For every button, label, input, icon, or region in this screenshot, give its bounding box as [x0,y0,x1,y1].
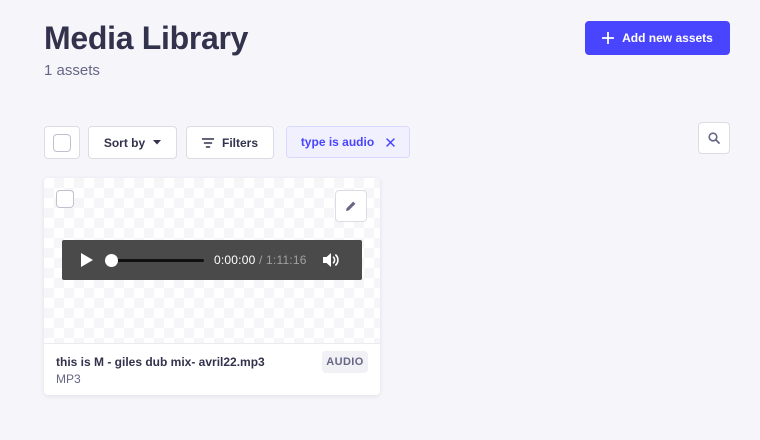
sort-by-button[interactable]: Sort by [88,126,177,159]
page-title: Media Library [44,20,249,56]
add-new-assets-label: Add new assets [622,31,713,45]
filters-label: Filters [221,135,258,150]
edit-asset-button[interactable] [335,190,367,222]
plus-icon [602,32,615,44]
play-icon[interactable] [80,252,94,268]
filter-icon [201,137,214,148]
progress-thumb[interactable] [105,253,118,267]
volume-icon[interactable] [322,252,340,268]
active-filter-label: type is audio [300,135,375,149]
close-icon[interactable] [386,137,395,147]
card-divider [44,343,380,344]
add-new-assets-button[interactable]: Add new assets [585,21,730,55]
filters-button[interactable]: Filters [186,126,274,159]
chevron-down-icon [153,140,162,145]
asset-file-extension: MP3 [56,372,81,386]
asset-preview: 0:00:00 / 1:11:16 [44,178,380,343]
search-icon [708,132,720,144]
asset-select-checkbox[interactable] [56,190,74,208]
audio-progress-slider[interactable] [105,253,204,267]
pencil-icon [346,201,356,211]
time-separator: / [255,253,267,267]
time-readout: 0:00:00 / 1:11:16 [214,253,307,267]
select-all-checkbox[interactable] [44,126,80,159]
asset-file-name: this is M - giles dub mix- avril22.mp3 [56,355,265,369]
sort-by-label: Sort by [103,135,146,150]
audio-player[interactable]: 0:00:00 / 1:11:16 [62,240,362,280]
asset-count: 1 assets [44,62,100,79]
total-duration: 1:11:16 [266,253,307,267]
active-filter-chip: type is audio [286,126,410,158]
search-button[interactable] [698,122,730,154]
current-time: 0:00:00 [214,253,256,267]
asset-type-badge: AUDIO [322,351,368,373]
checkbox-box [53,133,71,152]
asset-card[interactable]: 0:00:00 / 1:11:16 this is M - giles dub … [44,178,380,395]
